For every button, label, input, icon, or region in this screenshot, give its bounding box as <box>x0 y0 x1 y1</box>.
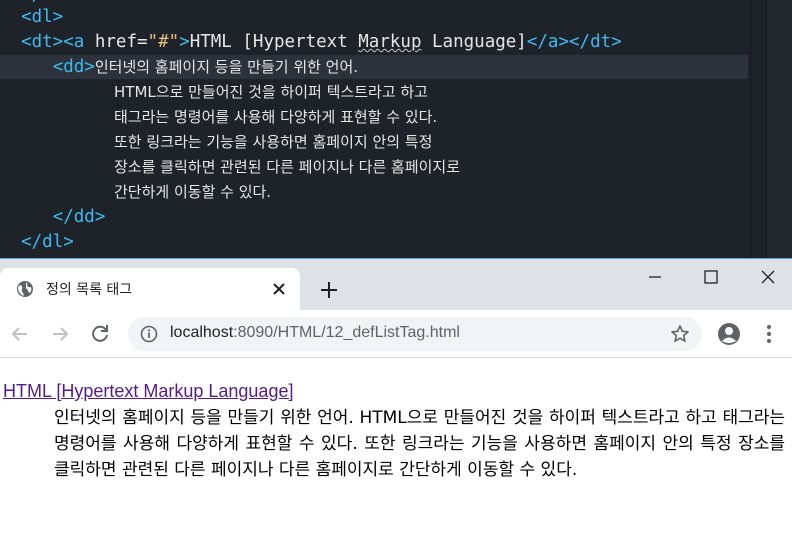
code-token-text: 태그라는 명령어를 사용해 다양하게 표현할 수 있다. <box>114 108 438 126</box>
code-token-spellcheck: Markup <box>358 32 422 52</box>
page-viewport: HTML [Hypertext Markup Language] 인터넷의 홈페… <box>0 358 792 560</box>
code-line-text-3: HTML으로 만들어진 것을 하이퍼 텍스트라고 하고 <box>114 80 792 104</box>
code-line-dl-open: <dl> <box>0 5 748 29</box>
close-icon[interactable] <box>270 280 288 298</box>
code-token-string: "#" <box>147 32 180 52</box>
definition-description: 인터넷의 홈페이지 등을 만들기 위한 언어. HTML으로 만들어진 것을 하… <box>54 408 785 480</box>
code-token-text: Language] <box>421 32 527 52</box>
url-path: :8090/HTML/12_defListTag.html <box>233 324 460 341</box>
plus-icon[interactable] <box>318 279 340 301</box>
code-token-text: HTML으로 만들어진 것을 하이퍼 텍스트라고 하고 <box>114 83 428 101</box>
code-token-tag: > <box>179 32 190 52</box>
reload-icon[interactable] <box>88 322 112 346</box>
kebab-menu-icon[interactable] <box>760 322 778 346</box>
account-icon[interactable] <box>717 322 741 346</box>
code-token-tag: <a <box>63 32 95 52</box>
code-line-text-5: 또한 링크라는 기능을 사용하면 홈페이지 안의 특정 <box>114 130 792 154</box>
code-editor[interactable]: </ <dl> <dt><a href="#">HTML [Hypertext … <box>0 0 792 258</box>
code-line-dt: <dt><a href="#">HTML [Hypertext Markup L… <box>0 30 748 54</box>
arrow-right-icon[interactable] <box>48 322 72 346</box>
editor-scrollbar[interactable] <box>766 0 792 258</box>
code-token-tag: </a> <box>526 32 569 52</box>
code-token-tag: </dd> <box>52 207 106 227</box>
definition-list: HTML [Hypertext Markup Language] 인터넷의 홈페… <box>3 380 785 483</box>
close-window-icon[interactable] <box>758 267 778 287</box>
address-bar[interactable]: localhost:8090/HTML/12_defListTag.html <box>128 317 702 351</box>
code-token-tag: <dl> <box>21 7 64 27</box>
code-token-text: 인터넷의 홈페이지 등을 만들기 위한 언어. <box>94 58 359 76</box>
minimize-icon[interactable] <box>645 267 665 287</box>
address-url[interactable]: localhost:8090/HTML/12_defListTag.html <box>170 324 460 342</box>
browser-tab-strip: 정의 목록 태그 <box>0 258 792 311</box>
globe-icon <box>17 281 33 297</box>
browser-toolbar: localhost:8090/HTML/12_defListTag.html <box>0 310 792 358</box>
code-token-text: HTML [Hypertext <box>189 32 359 52</box>
url-host: localhost <box>170 324 234 341</box>
definition-term: HTML [Hypertext Markup Language] <box>3 380 785 402</box>
code-token-attr: href= <box>94 32 148 52</box>
code-line-dd-close: </dd> <box>0 205 748 229</box>
term-link[interactable]: HTML [Hypertext Markup Language] <box>3 381 293 401</box>
editor-ruler <box>750 0 751 258</box>
code-line-text-6: 장소를 클릭하면 관련된 다른 페이지나 다른 홈페이지로 <box>114 155 792 179</box>
code-line-dl-close: </dl> <box>0 230 748 254</box>
maximize-icon[interactable] <box>701 267 721 287</box>
code-token-tag: </dt> <box>569 32 622 52</box>
tab-title: 정의 목록 태그 <box>46 282 133 298</box>
code-token-text: 또한 링크라는 기능을 사용하면 홈페이지 안의 특정 <box>114 133 433 151</box>
code-line-dd-active: <dd>인터넷의 홈페이지 등을 만들기 위한 언어. <box>0 55 748 79</box>
star-icon[interactable] <box>670 324 690 344</box>
code-line-text-7: 간단하게 이동할 수 있다. <box>114 180 792 204</box>
info-icon[interactable] <box>140 325 158 343</box>
arrow-left-icon[interactable] <box>8 322 32 346</box>
code-token-text: 간단하게 이동할 수 있다. <box>114 183 272 201</box>
tab-active[interactable]: 정의 목록 태그 <box>0 268 300 311</box>
code-token-tag: <dt> <box>21 32 64 52</box>
code-token-text: 장소를 클릭하면 관련된 다른 페이지나 다른 홈페이지로 <box>114 158 461 176</box>
code-line-text-4: 태그라는 명령어를 사용해 다양하게 표현할 수 있다. <box>114 105 792 129</box>
code-token-tag: <dd> <box>52 57 95 77</box>
code-token-tag: </dl> <box>21 232 74 252</box>
